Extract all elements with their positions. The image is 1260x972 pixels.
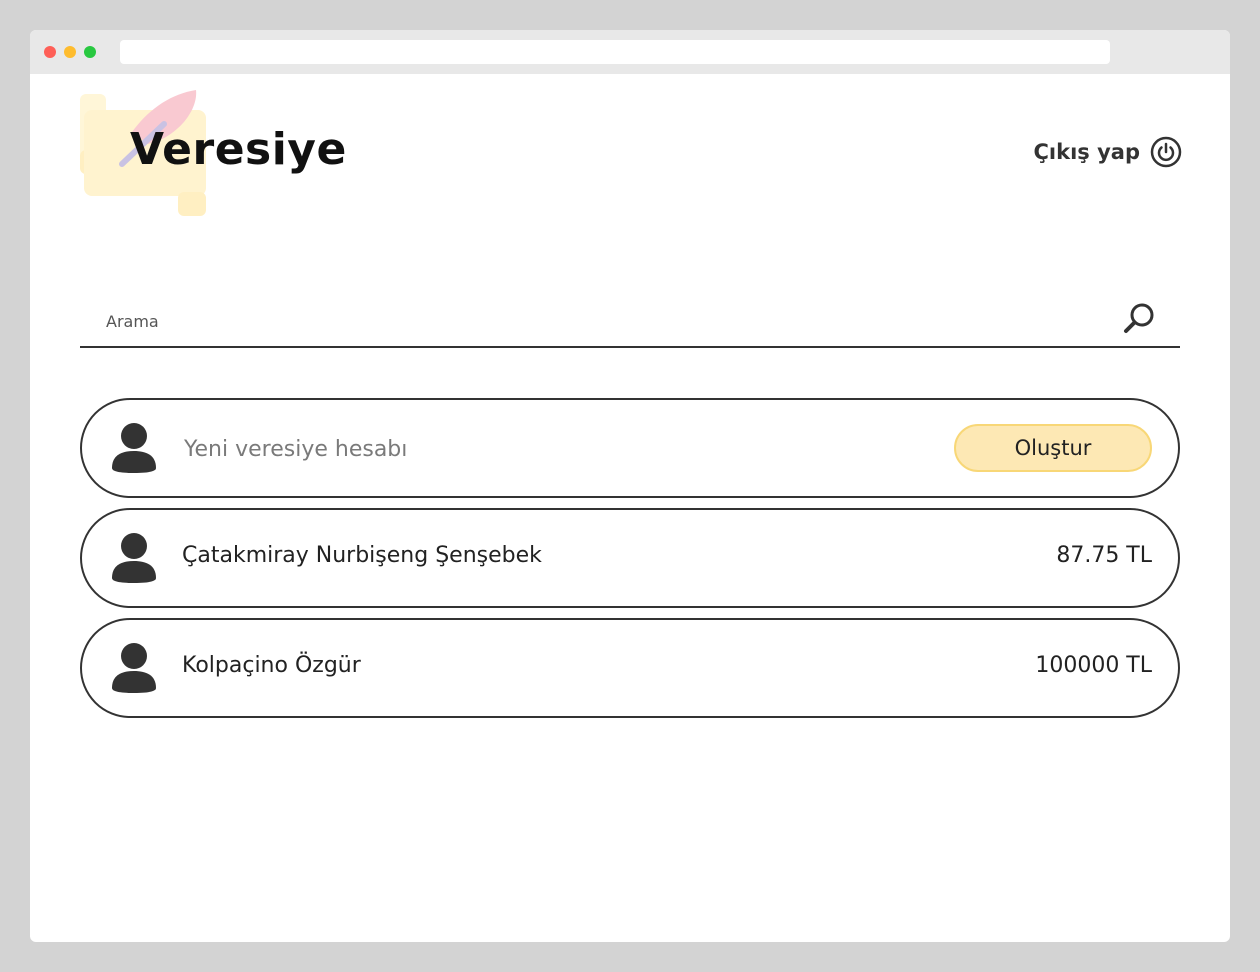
browser-window: Veresiye Çıkış yap Oluştur — [30, 30, 1230, 942]
page-content: Veresiye Çıkış yap Oluştur — [30, 74, 1230, 942]
account-name: Çatakmiray Nurbişeng Şenşebek — [182, 543, 542, 568]
create-account-button[interactable]: Oluştur — [954, 424, 1152, 472]
close-window-button[interactable] — [44, 46, 56, 58]
search-input[interactable] — [104, 306, 1088, 336]
account-row[interactable]: Çatakmiray Nurbişeng Şenşebek 87.75 TL — [80, 508, 1180, 608]
account-name: Kolpaçino Özgür — [182, 653, 361, 678]
maximize-window-button[interactable] — [84, 46, 96, 58]
logout-label: Çıkış yap — [1033, 140, 1140, 164]
new-account-row: Oluştur — [80, 398, 1180, 498]
account-balance: 100000 TL — [1035, 653, 1152, 678]
new-account-name-input[interactable] — [182, 428, 886, 470]
user-avatar-icon — [112, 533, 156, 583]
address-bar[interactable] — [120, 40, 1110, 64]
app-title: Veresiye — [130, 124, 347, 175]
logout-button[interactable]: Çıkış yap — [1034, 136, 1182, 168]
user-avatar-icon — [112, 423, 156, 473]
minimize-window-button[interactable] — [64, 46, 76, 58]
user-avatar-icon — [112, 643, 156, 693]
search-bar — [80, 270, 1180, 348]
power-icon — [1150, 136, 1182, 168]
account-balance: 87.75 TL — [1056, 543, 1152, 568]
browser-titlebar — [30, 30, 1230, 74]
account-row[interactable]: Kolpaçino Özgür 100000 TL — [80, 618, 1180, 718]
magnifier-icon[interactable] — [1122, 302, 1156, 336]
